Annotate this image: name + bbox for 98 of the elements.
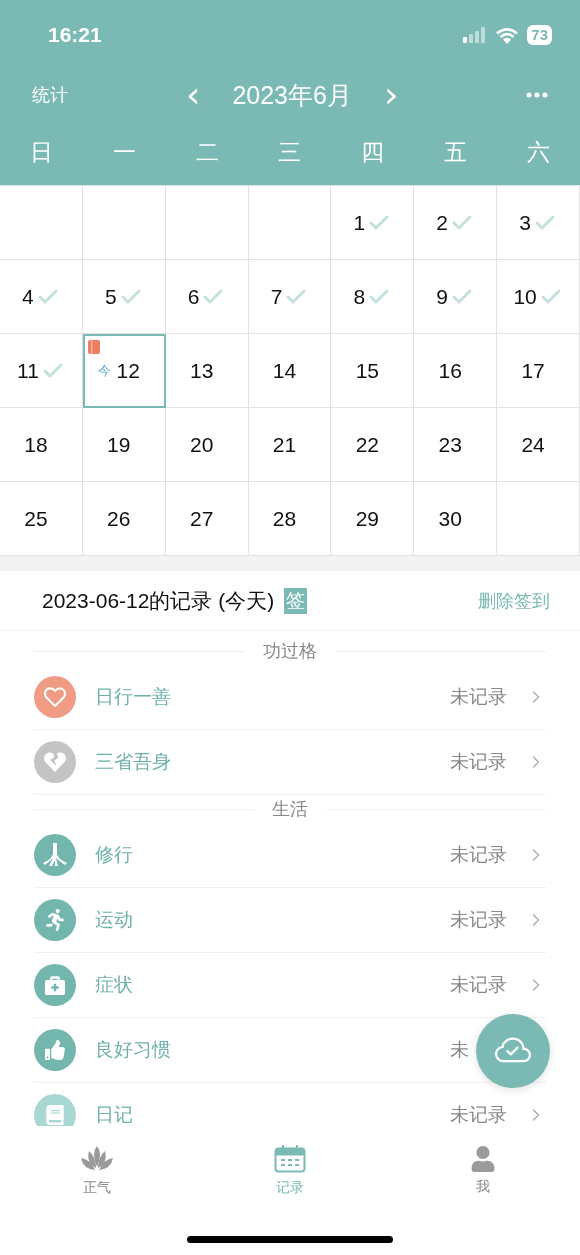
day-number: 17 <box>521 358 545 383</box>
running-person-icon <box>44 909 66 931</box>
record-title: 2023-06-12的记录 (今天) <box>42 587 275 614</box>
day-number: 23 <box>438 432 462 457</box>
category-label: 症状 <box>95 972 133 997</box>
calendar-day[interactable]: 11 <box>0 334 83 408</box>
category-label: 日行一善 <box>95 684 171 709</box>
calendar-day[interactable]: 5 <box>82 260 166 334</box>
calendar-day[interactable]: 今 12 <box>82 334 166 408</box>
category-label: 三省吾身 <box>95 749 171 774</box>
day-number: 22 <box>355 432 380 457</box>
day-number: 12 <box>116 358 140 383</box>
calendar-day[interactable]: 17 <box>497 334 580 408</box>
record-status: 未记录 <box>450 749 507 774</box>
calendar-day[interactable]: 13 <box>165 334 249 408</box>
day-number: 1 <box>353 210 366 235</box>
signed-badge: 签 <box>284 587 308 614</box>
day-number: 30 <box>438 506 462 531</box>
day-number: 18 <box>24 432 48 457</box>
day-number: 21 <box>272 432 297 457</box>
calendar-day[interactable]: 3 <box>497 186 580 260</box>
section-title: 功过格 <box>263 639 317 663</box>
person-icon <box>470 1146 497 1172</box>
lotus-icon <box>79 1145 114 1173</box>
day-number: 10 <box>513 284 537 309</box>
calendar-day[interactable]: 20 <box>165 408 249 482</box>
record-status: 未 <box>450 1037 469 1062</box>
day-number: 19 <box>107 432 131 457</box>
day-number: 8 <box>353 284 366 309</box>
day-number: 9 <box>436 284 449 309</box>
day-number: 26 <box>107 506 131 531</box>
day-number: 6 <box>187 284 200 309</box>
calendar-day[interactable]: 7 <box>248 260 332 334</box>
weekday-label: 日 <box>28 138 54 167</box>
medical-kit-icon <box>45 975 65 995</box>
day-number: 16 <box>438 358 462 383</box>
day-number: 13 <box>189 358 214 383</box>
day-number: 29 <box>355 506 380 531</box>
day-number: 27 <box>189 506 214 531</box>
calendar-day[interactable]: 24 <box>497 408 580 482</box>
calendar-day[interactable]: 2 <box>414 186 498 260</box>
roots-icon <box>42 842 68 868</box>
calendar-day[interactable]: 19 <box>82 408 166 482</box>
weekday-label: 五 <box>443 138 469 167</box>
day-number: 4 <box>22 284 34 309</box>
calendar-day[interactable]: 8 <box>331 260 415 334</box>
more-icon[interactable] <box>526 92 548 98</box>
weekday-label: 三 <box>277 138 303 167</box>
weekday-label: 六 <box>526 138 552 167</box>
day-number: 25 <box>24 506 48 531</box>
day-number: 20 <box>189 432 214 457</box>
record-status: 未记录 <box>450 907 507 932</box>
today-marker: 今 <box>97 361 111 380</box>
clock-time: 16:21 <box>48 23 102 47</box>
calendar-day[interactable]: 22 <box>331 408 415 482</box>
record-status: 未记录 <box>450 842 507 867</box>
cloud-sync-button[interactable] <box>476 1014 550 1088</box>
calendar-day[interactable]: 18 <box>0 408 83 482</box>
broken-heart-icon <box>44 751 66 773</box>
calendar-day[interactable]: 4 <box>0 260 83 334</box>
calendar-day[interactable]: 10 <box>497 260 580 334</box>
calendar-day[interactable]: 23 <box>414 408 498 482</box>
category-label: 日记 <box>95 1102 133 1126</box>
calendar-day[interactable]: 6 <box>165 260 249 334</box>
signal-icon <box>463 27 488 43</box>
record-status: 未记录 <box>450 684 507 709</box>
weekday-label: 四 <box>360 138 386 167</box>
day-number: 3 <box>519 210 531 235</box>
calendar-icon <box>274 1145 306 1173</box>
category-label: 运动 <box>95 907 133 932</box>
section-title: 生活 <box>272 797 308 821</box>
day-number: 24 <box>521 432 545 457</box>
day-number: 15 <box>355 358 380 383</box>
weekday-label: 二 <box>194 138 220 167</box>
day-number: 14 <box>272 358 297 383</box>
category-label: 修行 <box>95 842 133 867</box>
calendar-day[interactable]: 16 <box>414 334 498 408</box>
tab-item[interactable]: 我 <box>386 1126 580 1216</box>
day-number: 2 <box>436 210 449 235</box>
weekday-label: 一 <box>111 138 137 167</box>
category-label: 良好习惯 <box>95 1037 171 1062</box>
calendar-day[interactable]: 21 <box>248 408 332 482</box>
calendar-day[interactable]: 9 <box>414 260 498 334</box>
calendar-day[interactable]: 14 <box>248 334 332 408</box>
battery-level: 73 <box>527 25 552 45</box>
heart-icon <box>44 686 66 708</box>
day-number: 11 <box>17 358 39 383</box>
calendar-day[interactable]: 15 <box>331 334 415 408</box>
month-title: 2023年6月 <box>232 79 352 111</box>
tab-item[interactable]: 正气 <box>0 1126 194 1216</box>
calendar-day[interactable]: 1 <box>331 186 415 260</box>
day-number: 28 <box>272 506 297 531</box>
day-number: 5 <box>104 284 117 309</box>
day-number: 7 <box>270 284 283 309</box>
record-status: 未记录 <box>450 1102 507 1126</box>
thumbs-up-icon <box>45 1040 65 1060</box>
wifi-icon <box>495 26 520 44</box>
record-status: 未记录 <box>450 972 507 997</box>
